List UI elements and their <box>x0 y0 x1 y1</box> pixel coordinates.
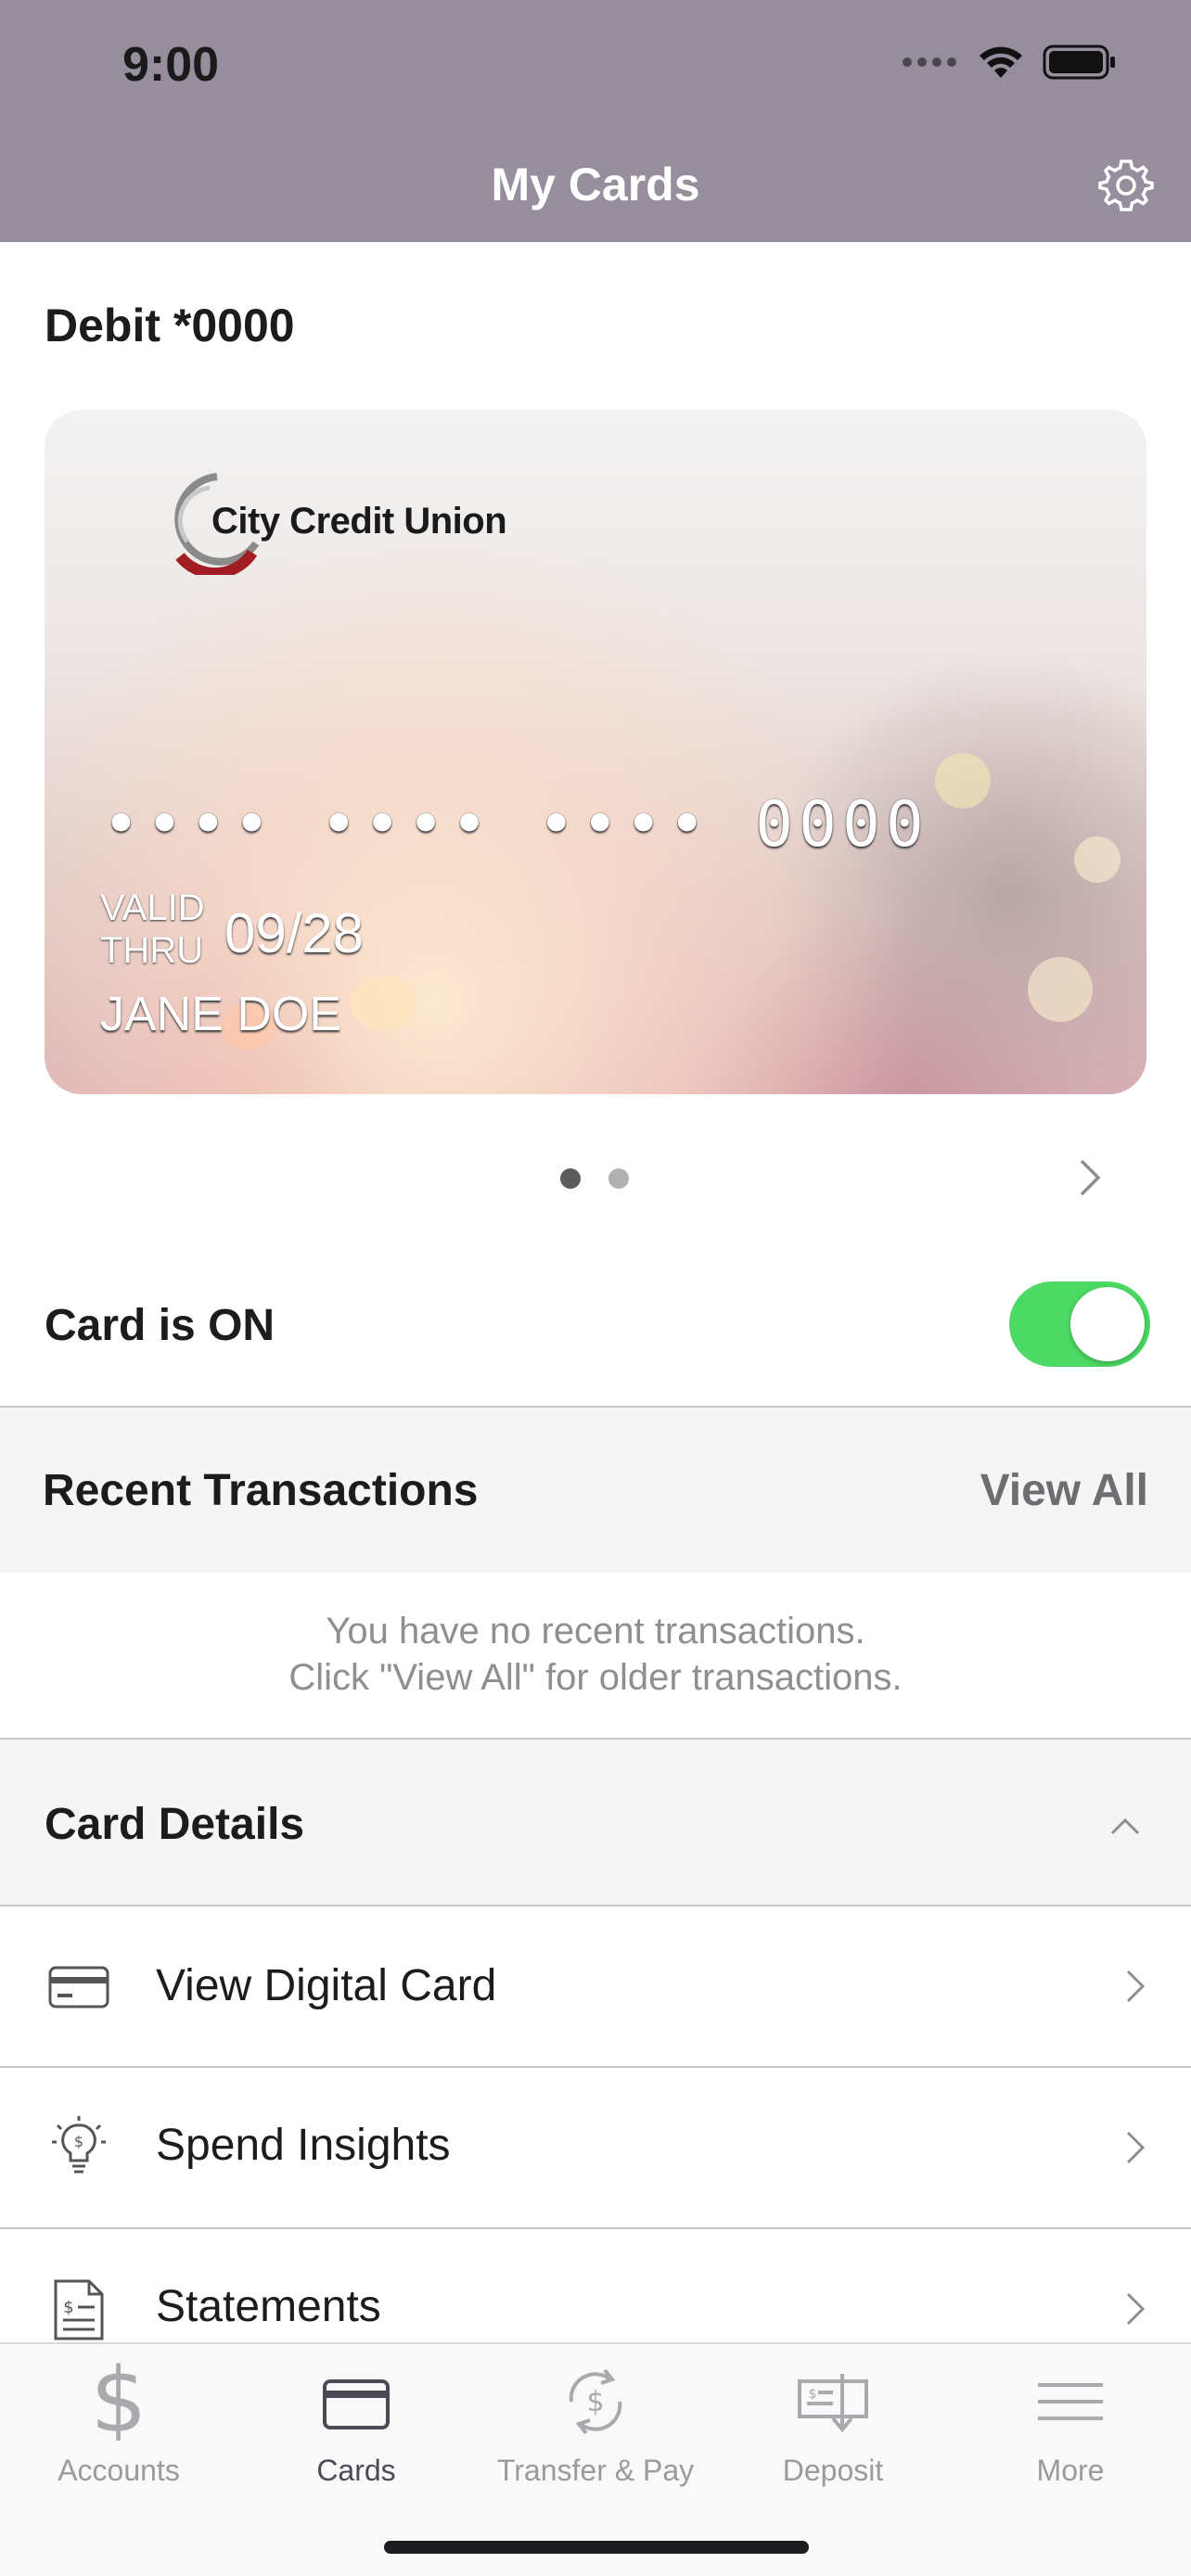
svg-text:$: $ <box>809 2387 817 2402</box>
tab-label: Deposit <box>782 2454 884 2487</box>
status-icons <box>902 45 1117 80</box>
header: 9:00 My Cards <box>0 0 1191 242</box>
issuer-logo: City Credit Union <box>161 467 507 575</box>
valid-thru-label: VALID THRU <box>100 886 205 972</box>
bokeh-light <box>1028 957 1093 1022</box>
menu-icon <box>1038 2383 1103 2420</box>
recent-transactions-title: Recent Transactions <box>43 1466 479 1515</box>
svg-text:$: $ <box>63 2298 73 2317</box>
lightbulb-dollar-icon: $ <box>52 2116 106 2174</box>
gear-icon[interactable] <box>1096 156 1156 215</box>
valid-label-text: VALID THRU <box>100 887 205 971</box>
empty-transactions-message: You have no recent transactions. Click "… <box>0 1608 1191 1701</box>
wifi-icon <box>980 46 1022 78</box>
issuer-name: City Credit Union <box>211 500 507 542</box>
card-details-title: Card Details <box>45 1800 305 1849</box>
svg-text:$: $ <box>74 2133 83 2150</box>
card-number: •••• •••• •••• 0000 <box>102 788 929 861</box>
row-label: View Digital Card <box>156 1961 497 2010</box>
tab-transfer-pay[interactable]: $ Transfer & Pay <box>477 2361 714 2488</box>
transfer-icon: $ <box>569 2368 622 2435</box>
statement-icon: $ <box>54 2279 104 2340</box>
tab-label: Accounts <box>58 2454 180 2487</box>
bokeh-light <box>351 976 416 1031</box>
empty-line-2: Click "View All" for older transactions. <box>288 1657 903 1698</box>
page-title: My Cards <box>491 159 700 210</box>
svg-text:$: $ <box>91 2361 147 2441</box>
signal-icon <box>903 57 956 67</box>
status-time: 9:00 <box>122 38 220 92</box>
card-icon <box>323 2379 390 2429</box>
card-pager[interactable] <box>560 1168 629 1189</box>
toggle-knob <box>1070 1287 1145 1361</box>
empty-line-1: You have no recent transactions. <box>326 1611 865 1651</box>
dollar-icon: $ <box>91 2361 147 2441</box>
row-label: Spend Insights <box>156 2121 451 2170</box>
debit-card[interactable]: City Credit Union •••• •••• •••• 0000 VA… <box>45 410 1146 1094</box>
view-all-link[interactable]: View All <box>980 1465 1148 1516</box>
pager-dot[interactable] <box>608 1168 629 1189</box>
chevron-right-icon <box>1126 2292 1146 2326</box>
tab-cards[interactable]: Cards <box>237 2361 475 2488</box>
chevron-right-icon <box>1126 1970 1146 2003</box>
battery-icon <box>1043 45 1115 80</box>
chevron-right-icon[interactable] <box>1076 1157 1104 1198</box>
valid-thru-date: 09/28 <box>224 902 365 964</box>
tab-more[interactable]: More <box>952 2361 1189 2488</box>
deposit-check-icon: $ <box>798 2374 868 2433</box>
row-label: Statements <box>156 2282 381 2331</box>
pager-dot-active[interactable] <box>560 1168 581 1189</box>
card-status-label: Card is ON <box>45 1301 275 1350</box>
chevron-up-icon[interactable] <box>1109 1816 1141 1836</box>
tab-deposit[interactable]: $ Deposit <box>714 2361 952 2488</box>
card-title: Debit *0000 <box>45 300 295 351</box>
tab-label: Transfer & Pay <box>496 2454 695 2487</box>
tab-accounts[interactable]: $ Accounts <box>0 2361 237 2488</box>
card-icon <box>48 1966 109 2009</box>
card-on-toggle[interactable] <box>1009 1282 1150 1367</box>
my-cards-screen: 9:00 My Cards Debit *0000 City Credit Un… <box>0 0 1191 2576</box>
tab-label: Cards <box>316 2454 396 2487</box>
spend-insights-row[interactable]: $ Spend Insights <box>0 2068 1191 2227</box>
bokeh-light <box>1074 836 1121 883</box>
chevron-right-icon <box>1126 2131 1146 2164</box>
tab-label: More <box>1036 2454 1105 2487</box>
home-indicator[interactable] <box>384 2541 809 2554</box>
bokeh-light <box>935 753 991 809</box>
cardholder-name: JANE DOE <box>100 988 342 1041</box>
svg-text:$: $ <box>586 2386 604 2418</box>
view-digital-card-row[interactable]: View Digital Card <box>0 1906 1191 2066</box>
